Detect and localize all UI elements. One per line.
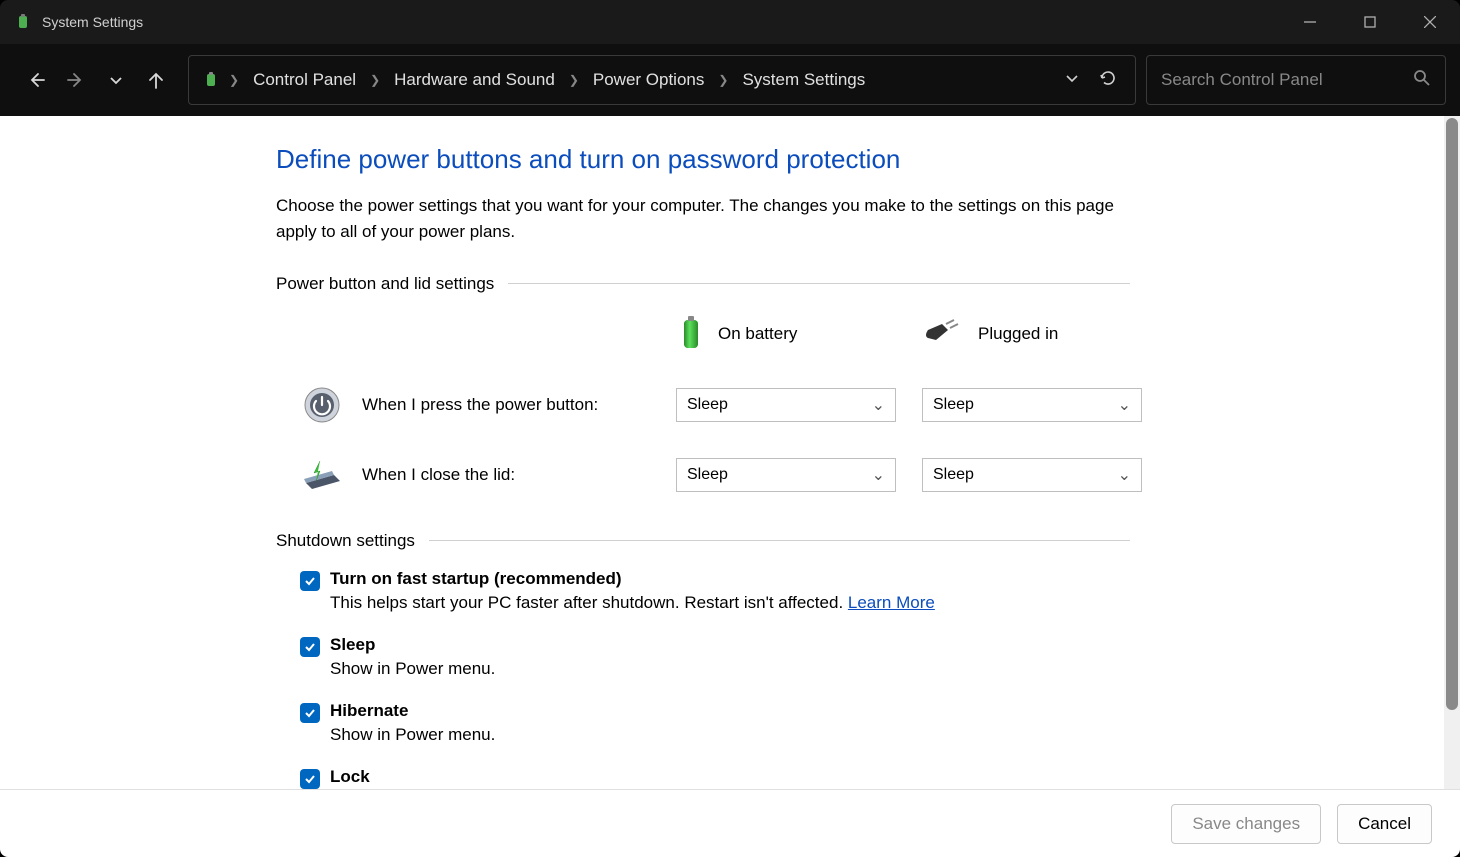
laptop-lid-icon [300, 453, 344, 497]
section-header-power-button: Power button and lid settings [276, 274, 1130, 294]
chevron-down-icon: ⌄ [1118, 465, 1131, 485]
battery-icon [676, 312, 706, 357]
dropdown-value: Sleep [933, 396, 974, 414]
check-label: Sleep [330, 635, 495, 655]
dropdown-value: Sleep [933, 466, 974, 484]
check-label: Lock [330, 767, 562, 787]
chevron-down-icon: ⌄ [872, 465, 885, 485]
titlebar-left: System Settings [14, 13, 143, 31]
navbar: ❯ Control Panel ❯ Hardware and Sound ❯ P… [0, 44, 1460, 116]
chevron-right-icon: ❯ [368, 73, 382, 87]
breadcrumb-icon [201, 70, 221, 90]
breadcrumb-item-control-panel[interactable]: Control Panel [247, 66, 362, 94]
check-item-lock: Lock Show in account picture menu. [300, 767, 1130, 789]
dropdown-power-plugged[interactable]: Sleep ⌄ [922, 388, 1142, 422]
footer: Save changes Cancel [0, 789, 1460, 857]
scrollbar[interactable] [1444, 116, 1460, 789]
back-button[interactable] [24, 68, 48, 92]
search-input[interactable] [1161, 70, 1413, 90]
check-label: Turn on fast startup (recommended) [330, 569, 935, 589]
checkbox[interactable] [300, 571, 320, 591]
check-item-hibernate: Hibernate Show in Power menu. [300, 701, 1130, 745]
window-title: System Settings [42, 14, 143, 30]
dropdown-lid-plugged[interactable]: Sleep ⌄ [922, 458, 1142, 492]
breadcrumb-item-hardware[interactable]: Hardware and Sound [388, 66, 561, 94]
checkbox[interactable] [300, 769, 320, 789]
content-area: Define power buttons and turn on passwor… [0, 116, 1460, 789]
row-label-text: When I close the lid: [362, 465, 515, 485]
cancel-button[interactable]: Cancel [1337, 804, 1432, 844]
col-header-plugged: Plugged in [922, 318, 1142, 351]
check-label: Hibernate [330, 701, 495, 721]
section-title: Shutdown settings [276, 531, 415, 551]
row-power-button: When I press the power button: [300, 383, 650, 427]
row-close-lid: When I close the lid: [300, 453, 650, 497]
shutdown-list: Turn on fast startup (recommended) This … [300, 569, 1130, 789]
check-item-fast-startup: Turn on fast startup (recommended) This … [300, 569, 1130, 613]
up-button[interactable] [144, 68, 168, 92]
check-desc: Show in Power menu. [330, 659, 495, 679]
refresh-button[interactable] [1099, 69, 1117, 92]
nav-arrows [14, 68, 178, 92]
col-header-battery: On battery [676, 312, 896, 357]
dropdown-value: Sleep [687, 396, 728, 414]
col-label: On battery [718, 324, 797, 344]
section-title: Power button and lid settings [276, 274, 494, 294]
chevron-right-icon: ❯ [227, 73, 241, 87]
app-icon [14, 13, 32, 31]
checkbox[interactable] [300, 637, 320, 657]
dropdown-lid-battery[interactable]: Sleep ⌄ [676, 458, 896, 492]
page-description: Choose the power settings that you want … [276, 193, 1116, 246]
breadcrumb-item-power[interactable]: Power Options [587, 66, 711, 94]
search-icon [1413, 69, 1431, 92]
breadcrumb-dropdown[interactable] [1065, 70, 1079, 90]
recent-dropdown[interactable] [104, 68, 128, 92]
dropdown-power-battery[interactable]: Sleep ⌄ [676, 388, 896, 422]
section-header-shutdown: Shutdown settings [276, 531, 1130, 551]
chevron-right-icon: ❯ [716, 73, 730, 87]
check-item-sleep: Sleep Show in Power menu. [300, 635, 1130, 679]
maximize-button[interactable] [1340, 0, 1400, 44]
check-desc: This helps start your PC faster after sh… [330, 593, 935, 613]
learn-more-link[interactable]: Learn More [848, 593, 935, 612]
power-icon [300, 383, 344, 427]
plug-icon [922, 318, 966, 351]
page-title: Define power buttons and turn on passwor… [276, 144, 1130, 175]
minimize-button[interactable] [1280, 0, 1340, 44]
power-grid: On battery Plugged in When I press the p… [300, 312, 1130, 497]
dropdown-value: Sleep [687, 466, 728, 484]
scrollbar-thumb[interactable] [1446, 118, 1458, 710]
divider [429, 540, 1130, 541]
check-desc: Show in Power menu. [330, 725, 495, 745]
save-button[interactable]: Save changes [1171, 804, 1321, 844]
breadcrumb-bar[interactable]: ❯ Control Panel ❯ Hardware and Sound ❯ P… [188, 55, 1136, 105]
breadcrumb-item-system[interactable]: System Settings [736, 66, 871, 94]
search-bar[interactable] [1146, 55, 1446, 105]
window: System Settings ❯ Control Panel ❯ Hardwa… [0, 0, 1460, 857]
checkbox[interactable] [300, 703, 320, 723]
chevron-right-icon: ❯ [567, 73, 581, 87]
forward-button[interactable] [64, 68, 88, 92]
close-button[interactable] [1400, 0, 1460, 44]
titlebar: System Settings [0, 0, 1460, 44]
row-label-text: When I press the power button: [362, 395, 598, 415]
chevron-down-icon: ⌄ [1118, 395, 1131, 415]
divider [508, 283, 1130, 284]
chevron-down-icon: ⌄ [872, 395, 885, 415]
window-controls [1280, 0, 1460, 44]
col-label: Plugged in [978, 324, 1058, 344]
